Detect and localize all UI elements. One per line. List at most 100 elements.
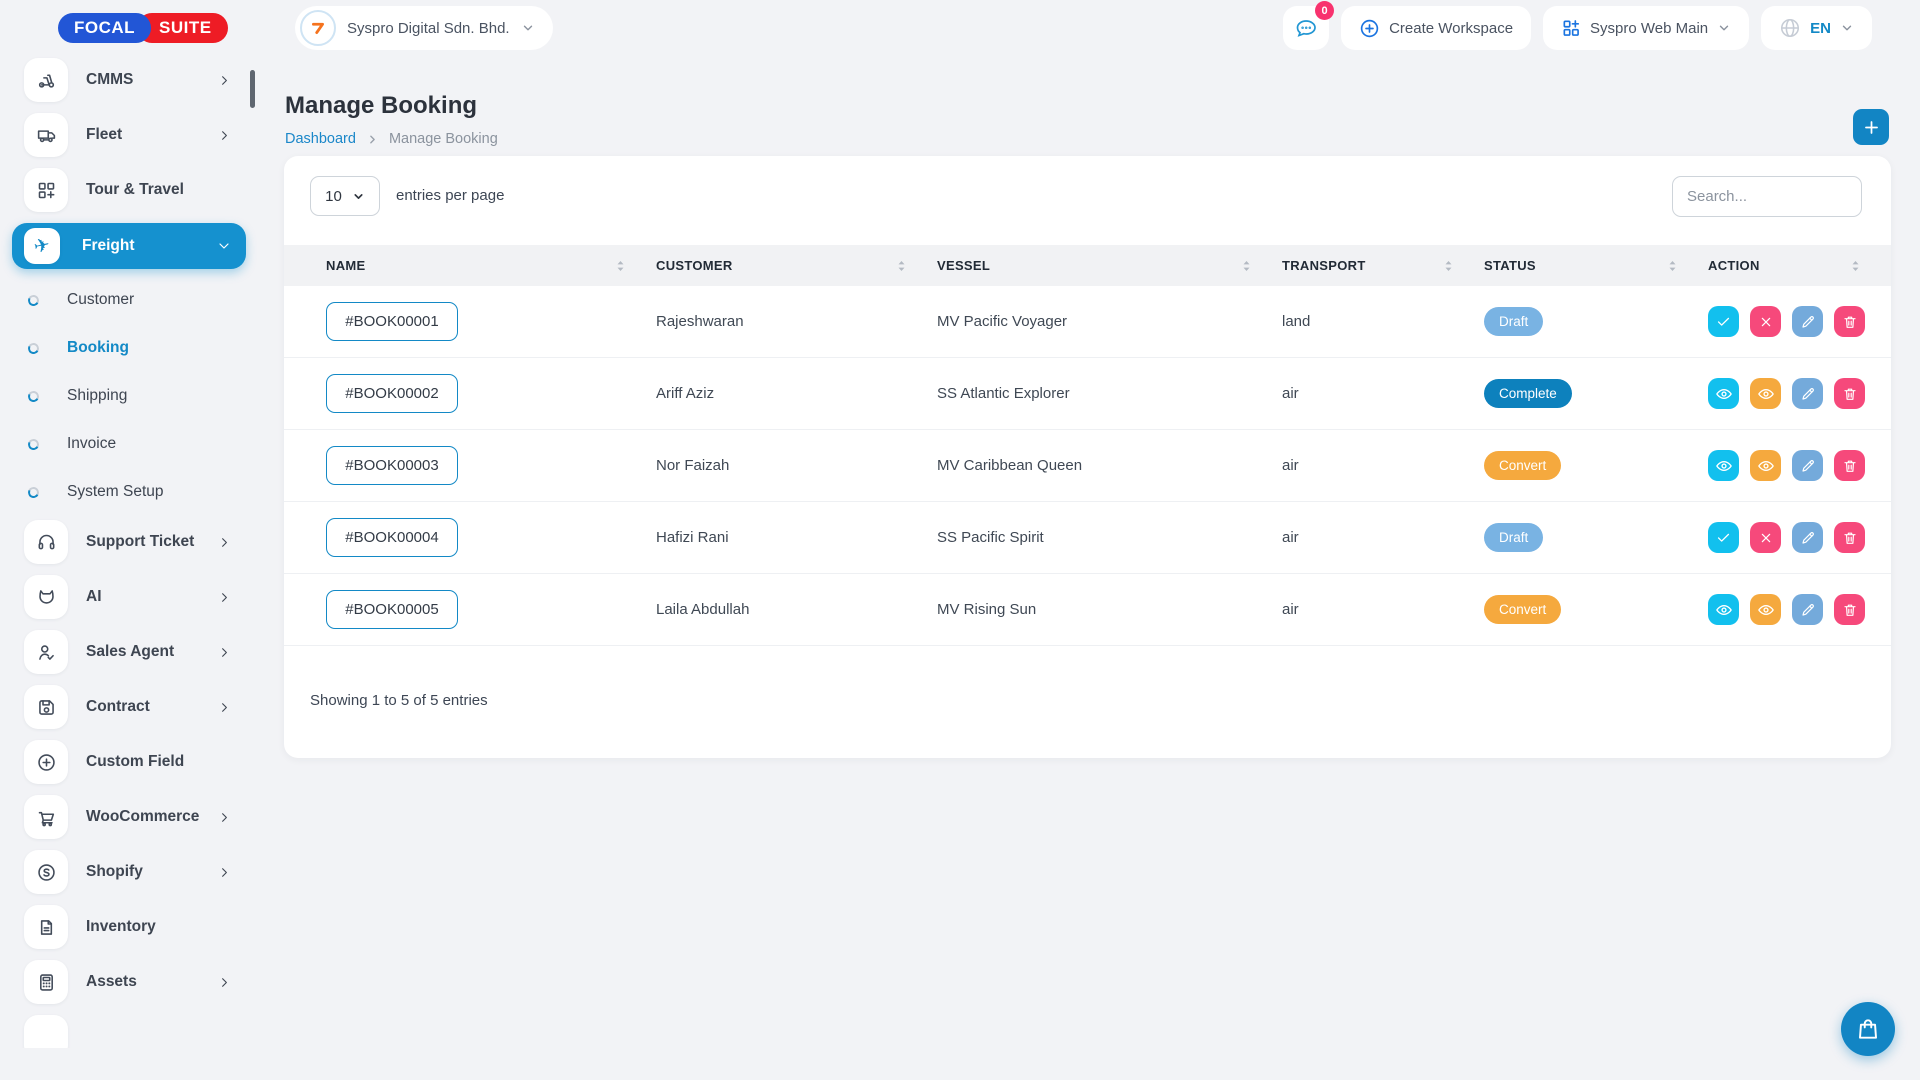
progress-ring-icon [27, 437, 41, 451]
transport-cell: air [1282, 601, 1484, 618]
reject-button[interactable] [1750, 522, 1781, 553]
create-workspace-label: Create Workspace [1389, 20, 1513, 37]
sidebar-item-tour-travel[interactable]: Tour & Travel [24, 168, 246, 212]
reject-button[interactable] [1750, 306, 1781, 337]
sidebar-item-shopify[interactable]: Shopify [24, 850, 246, 894]
sidebar-item-partial [24, 1015, 246, 1048]
sidebar-item-cmms[interactable]: CMMS [24, 58, 246, 102]
trash-icon [1842, 386, 1858, 402]
sidebar-subitem-booking[interactable]: Booking [24, 328, 260, 368]
delete-button[interactable] [1834, 378, 1865, 409]
workspace-selector[interactable]: Syspro Web Main [1543, 6, 1749, 50]
sidebar-item-fleet[interactable]: Fleet [24, 113, 246, 157]
view-orders-button[interactable] [1750, 450, 1781, 481]
top-header: FOCAL SUITE Syspro Digital Sdn. Bhd. 0 C… [0, 0, 1920, 56]
column-header-status[interactable]: STATUS [1484, 258, 1708, 274]
sidebar-subitem-system-setup[interactable]: System Setup [24, 472, 260, 512]
edit-button[interactable] [1792, 306, 1823, 337]
table-entries-summary: Showing 1 to 5 of 5 entries [310, 692, 488, 709]
edit-button[interactable] [1792, 522, 1823, 553]
column-header-customer[interactable]: CUSTOMER [656, 258, 937, 274]
column-header-vessel[interactable]: VESSEL [937, 258, 1282, 274]
sidebar-subitem-label: Customer [67, 291, 134, 309]
action-buttons [1708, 306, 1891, 337]
status-badge: Draft [1484, 307, 1543, 336]
approve-button[interactable] [1708, 522, 1739, 553]
sidebar-item-ai[interactable]: AI [24, 575, 246, 619]
save-icon [24, 685, 68, 729]
chat-icon [1294, 16, 1318, 40]
delete-button[interactable] [1834, 306, 1865, 337]
booking-id-box: #BOOK00003 [326, 446, 458, 485]
sidebar-subitem-shipping[interactable]: Shipping [24, 376, 260, 416]
transport-cell: air [1282, 457, 1484, 474]
transport-cell: air [1282, 529, 1484, 546]
check-icon [1715, 313, 1732, 330]
search-input[interactable] [1672, 176, 1862, 217]
customer-cell: Rajeshwaran [656, 313, 937, 330]
customer-cell: Ariff Aziz [656, 385, 937, 402]
action-buttons [1708, 522, 1891, 553]
entries-per-page-select[interactable]: 10 [310, 176, 380, 216]
sort-icon [896, 258, 907, 274]
edit-button[interactable] [1792, 378, 1823, 409]
sidebar-subitem-customer[interactable]: Customer [24, 280, 260, 320]
transport-cell: land [1282, 313, 1484, 330]
edit-icon [1800, 386, 1816, 402]
sidebar-scrollbar[interactable] [250, 70, 255, 108]
workspace-grid-icon [1561, 18, 1581, 38]
edit-button[interactable] [1792, 594, 1823, 625]
sidebar-item-label: Shopify [86, 863, 217, 881]
store-fab-button[interactable] [1841, 1002, 1895, 1056]
column-header-transport[interactable]: TRANSPORT [1282, 258, 1484, 274]
approve-button[interactable] [1708, 306, 1739, 337]
chevron-right-icon [217, 590, 232, 605]
table-row: #BOOK00001RajeshwaranMV Pacific Voyagerl… [284, 286, 1891, 358]
progress-ring-icon [27, 485, 41, 499]
action-buttons [1708, 378, 1891, 409]
delete-button[interactable] [1834, 450, 1865, 481]
eye-icon [1715, 601, 1733, 619]
column-header-name[interactable]: NAME [326, 258, 656, 274]
view-orders-button[interactable] [1750, 594, 1781, 625]
chat-badge: 0 [1315, 1, 1334, 20]
language-selector[interactable]: EN [1761, 6, 1872, 50]
delete-button[interactable] [1834, 522, 1865, 553]
view-button[interactable] [1708, 594, 1739, 625]
sort-icon [1850, 258, 1861, 274]
grid-plus-icon [24, 168, 68, 212]
edit-icon [1800, 530, 1816, 546]
sidebar-item-woocommerce[interactable]: WooCommerce [24, 795, 246, 839]
sidebar-item-custom-field[interactable]: Custom Field [24, 740, 246, 784]
add-booking-button[interactable] [1853, 109, 1889, 145]
sidebar-item-freight[interactable]: ✈Freight [12, 223, 246, 269]
check-icon [1715, 529, 1732, 546]
entries-value: 10 [325, 188, 342, 205]
company-selector[interactable]: Syspro Digital Sdn. Bhd. [295, 6, 553, 50]
view-orders-button[interactable] [1750, 378, 1781, 409]
sidebar-item-sales-agent[interactable]: Sales Agent [24, 630, 246, 674]
table-row: #BOOK00004Hafizi RaniSS Pacific Spiritai… [284, 502, 1891, 574]
status-badge: Complete [1484, 379, 1572, 408]
chevron-right-icon [217, 128, 232, 143]
customer-cell: Nor Faizah [656, 457, 937, 474]
sidebar-item-inventory[interactable]: Inventory [24, 905, 246, 949]
chat-button[interactable]: 0 [1283, 6, 1329, 50]
sidebar-subitem-invoice[interactable]: Invoice [24, 424, 260, 464]
sort-icon [1443, 258, 1454, 274]
trash-icon [1842, 602, 1858, 618]
blank-tile [24, 1015, 68, 1048]
edit-button[interactable] [1792, 450, 1823, 481]
view-button[interactable] [1708, 450, 1739, 481]
sidebar-item-support-ticket[interactable]: Support Ticket [24, 520, 246, 564]
eye-icon [1757, 385, 1775, 403]
view-button[interactable] [1708, 378, 1739, 409]
sidebar-item-assets[interactable]: Assets [24, 960, 246, 1004]
edit-icon [1800, 314, 1816, 330]
breadcrumb-dashboard-link[interactable]: Dashboard [285, 131, 356, 147]
sidebar-item-contract[interactable]: Contract [24, 685, 246, 729]
column-header-action[interactable]: ACTION [1708, 258, 1891, 274]
sort-icon [615, 258, 626, 274]
delete-button[interactable] [1834, 594, 1865, 625]
create-workspace-button[interactable]: Create Workspace [1341, 6, 1531, 50]
